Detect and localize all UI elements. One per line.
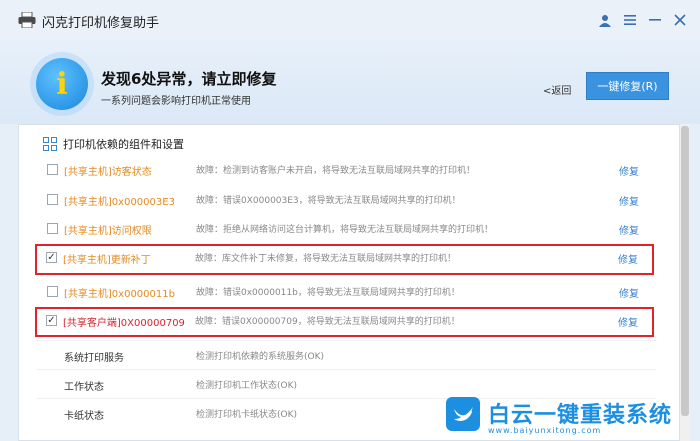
issue-name: [共享主机]访客状态 (64, 167, 152, 178)
row-checkbox[interactable] (47, 164, 58, 175)
status-description: 检测打印机依赖的系统服务(OK) (196, 352, 325, 362)
fix-link[interactable]: 修复 (619, 193, 639, 208)
issue-row: [共享主机]访客状态 故障：检测到访客账户未开启，将导致无法互联局域网共享的打印… (36, 156, 656, 184)
issue-row: [共享主机]0x0000011b 故障：错误0x0000011b，将导致无法互联… (36, 278, 656, 306)
printer-icon (18, 12, 36, 28)
page-title: 发现6处异常，请立即修复 (101, 70, 277, 88)
issue-row: [共享主机]访问权限 故障：拒绝从网络访问这台计算机，将导致无法互联局域网共享的… (36, 215, 656, 243)
status-name: 工作状态 (64, 382, 104, 393)
issue-name: [共享客户端]0X00000709 (63, 318, 185, 329)
watermark-text: 白云一键重装系统 (488, 403, 673, 428)
issue-row-highlighted: ✓ [共享主机]更新补丁 故障：库文件补丁未修复，将导致无法互联局域网共享的打印… (35, 244, 654, 275)
issue-name: [共享主机]更新补丁 (63, 255, 151, 266)
status-description: 检测打印机卡纸状态(OK) (196, 410, 298, 420)
page-subtitle: 一系列问题会影响打印机正常使用 (101, 96, 251, 107)
status-name: 卡纸状态 (64, 411, 104, 422)
back-link[interactable]: <返回 (543, 82, 571, 97)
fix-link[interactable]: 修复 (618, 251, 638, 266)
status-description: 检测打印机工作状态(OK) (196, 381, 298, 391)
section-label: 打印机依赖的组件和设置 (63, 138, 184, 151)
row-checkbox[interactable] (47, 223, 58, 234)
issue-description: 故障：错误0X00000709，将导致无法互联局域网共享的打印机！ (195, 317, 460, 327)
close-icon[interactable] (670, 10, 690, 30)
watermark-url: www.baiyunxitong.com (488, 426, 602, 435)
info-icon: i (36, 58, 88, 110)
issue-name: [共享主机]0x000003E3 (64, 197, 175, 208)
row-checkbox[interactable] (47, 286, 58, 297)
row-checkbox-checked[interactable]: ✓ (46, 315, 57, 326)
issue-description: 故障：错误0x0000011b，将导致无法互联局域网共享的打印机！ (196, 288, 460, 298)
row-checkbox[interactable] (47, 194, 58, 205)
status-name: 系统打印服务 (64, 353, 124, 364)
minimize-icon[interactable] (645, 10, 665, 30)
bird-logo-icon (446, 397, 480, 431)
issue-name: [共享主机]访问权限 (64, 226, 152, 237)
issue-row: [共享主机]0x000003E3 故障：错误0X000003E3，将导致无法互联… (36, 186, 656, 214)
scrollbar-thumb[interactable] (681, 126, 689, 416)
issue-description: 故障：检测到访客账户未开启，将导致无法互联局域网共享的打印机！ (196, 166, 476, 176)
menu-icon[interactable] (620, 10, 640, 30)
issue-description: 故障：库文件补丁未修复，将导致无法互联局域网共享的打印机！ (195, 254, 457, 264)
fix-link[interactable]: 修复 (618, 314, 638, 329)
issue-description: 故障：拒绝从网络访问这台计算机，将导致无法互联局域网共享的打印机！ (196, 225, 494, 235)
section-header: 打印机依赖的组件和设置 (43, 136, 184, 152)
issue-description: 故障：错误0X000003E3，将导致无法互联局域网共享的打印机！ (196, 196, 461, 206)
user-icon[interactable] (595, 10, 615, 30)
fix-link[interactable]: 修复 (619, 163, 639, 178)
issue-name: [共享主机]0x0000011b (64, 289, 175, 300)
title-bar: 闪克打印机修复助手 (0, 0, 700, 40)
row-checkbox-checked[interactable]: ✓ (46, 252, 57, 263)
fix-all-button[interactable]: 一键修复(R) (586, 72, 669, 100)
issue-row-highlighted: ✓ [共享客户端]0X00000709 故障：错误0X00000709，将导致无… (35, 307, 654, 337)
status-row: 系统打印服务 检测打印机依赖的系统服务(OK) (36, 340, 656, 368)
grid-icon (43, 137, 57, 151)
fix-link[interactable]: 修复 (619, 222, 639, 237)
fix-link[interactable]: 修复 (619, 285, 639, 300)
watermark: 白云一键重装系统 www.baiyunxitong.com (440, 393, 700, 441)
app-title: 闪克打印机修复助手 (42, 16, 160, 31)
